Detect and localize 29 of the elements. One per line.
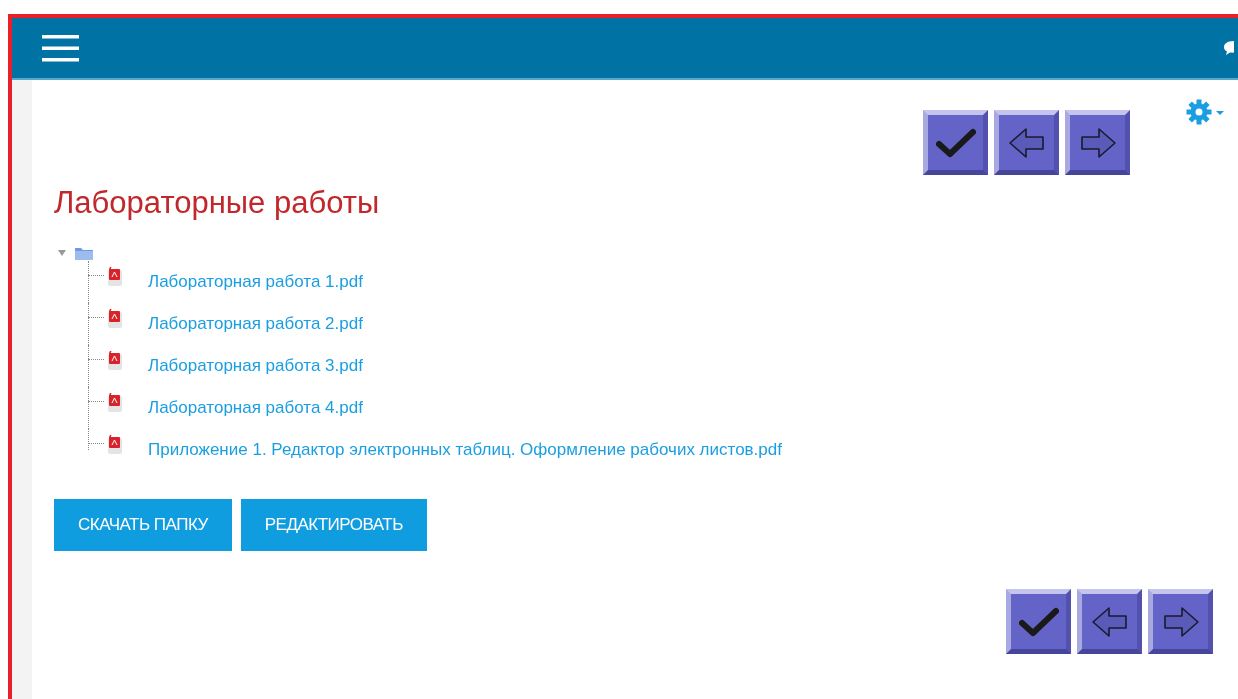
pdf-file-icon xyxy=(106,267,124,287)
next-button[interactable] xyxy=(1148,589,1213,654)
arrow-right-icon xyxy=(1078,126,1117,159)
pdf-file-icon xyxy=(106,351,124,371)
menu-icon[interactable] xyxy=(42,34,79,62)
arrow-right-icon xyxy=(1161,605,1200,638)
pdf-file-icon xyxy=(106,309,124,329)
arrow-left-icon xyxy=(1007,126,1046,159)
page-title: Лабораторные работы xyxy=(54,184,380,222)
file-link[interactable]: Лабораторная работа 2.pdf xyxy=(148,311,363,337)
pdf-file-icon xyxy=(106,393,124,413)
expanded-triangle-icon[interactable] xyxy=(58,249,66,257)
file-link[interactable]: Приложение 1. Редактор электронных таблиц. Оформление рабочих листов.pdf xyxy=(148,437,782,463)
previous-button[interactable] xyxy=(1077,589,1142,654)
check-button[interactable] xyxy=(923,110,988,175)
previous-button[interactable] xyxy=(994,110,1059,175)
check-icon xyxy=(1018,606,1059,637)
settings-icon[interactable] xyxy=(1186,98,1226,126)
next-button[interactable] xyxy=(1065,110,1130,175)
file-link[interactable]: Лабораторная работа 1.pdf xyxy=(148,269,363,295)
arrow-left-icon xyxy=(1090,605,1129,638)
file-link[interactable]: Лабораторная работа 4.pdf xyxy=(148,395,363,421)
file-link[interactable]: Лабораторная работа 3.pdf xyxy=(148,353,363,379)
check-button[interactable] xyxy=(1006,589,1071,654)
check-icon xyxy=(935,127,976,158)
pdf-file-icon xyxy=(106,435,124,455)
edit-button[interactable]: РЕДАКТИРОВАТЬ xyxy=(240,499,427,551)
folder-icon xyxy=(74,245,94,261)
download-button[interactable]: СКАЧАТЬ ПАПКУ xyxy=(54,499,232,551)
